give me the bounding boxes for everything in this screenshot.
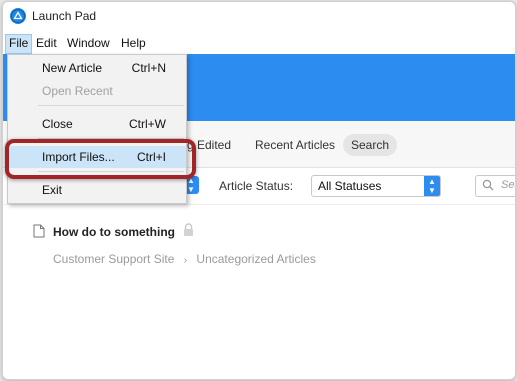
menu-item-shortcut: Ctrl+N	[131, 61, 166, 75]
status-select-button[interactable]: ▲ ▼	[424, 176, 440, 196]
search-input[interactable]: Sea	[475, 175, 515, 197]
tab-recent-articles[interactable]: Recent Articles	[247, 134, 343, 156]
breadcrumb: Customer Support Site › Uncategorized Ar…	[53, 252, 316, 266]
breadcrumb-site[interactable]: Customer Support Site	[53, 252, 174, 266]
menu-item-open-recent: Open Recent	[8, 80, 186, 102]
file-menu-dropdown: New Article Ctrl+N Open Recent Close Ctr…	[7, 54, 187, 204]
menu-item-new-article[interactable]: New Article Ctrl+N	[8, 57, 186, 79]
title-bar: Launch Pad	[3, 2, 515, 30]
menu-window[interactable]: Window	[64, 34, 113, 52]
search-placeholder: Sea	[501, 179, 515, 191]
import-files-highlight	[5, 139, 196, 179]
menu-item-label: Open Recent	[42, 84, 113, 98]
article-status-value: All Statuses	[318, 179, 382, 193]
document-icon	[33, 224, 45, 238]
menu-item-label: Exit	[42, 183, 63, 197]
menu-separator	[38, 105, 184, 106]
launch-pad-window: Launch Pad File Edit Window Help g Edite…	[2, 1, 516, 380]
window-title: Launch Pad	[32, 9, 97, 23]
breadcrumb-separator: ›	[183, 255, 188, 266]
menu-item-exit[interactable]: Exit	[8, 179, 186, 201]
menu-edit[interactable]: Edit	[33, 34, 60, 52]
article-title[interactable]: How do to something	[53, 225, 175, 239]
article-status-label: Article Status:	[219, 179, 294, 193]
tab-search[interactable]: Search	[343, 134, 398, 156]
lock-icon	[184, 223, 193, 236]
menu-item-label: Close	[42, 117, 73, 131]
chevron-updown-icon: ▲ ▼	[428, 177, 436, 195]
menu-item-close[interactable]: Close Ctrl+W	[8, 113, 186, 135]
menu-item-label: New Article	[42, 61, 103, 75]
menu-bar: File Edit Window Help	[3, 32, 515, 54]
breadcrumb-category[interactable]: Uncategorized Articles	[196, 252, 315, 266]
menu-file[interactable]: File	[5, 34, 33, 54]
menu-help[interactable]: Help	[118, 34, 149, 52]
launch-pad-app-icon	[10, 8, 26, 24]
search-icon	[482, 179, 494, 191]
menu-item-shortcut: Ctrl+W	[129, 117, 166, 131]
article-status-select[interactable]: All Statuses ▲ ▼	[311, 175, 441, 197]
